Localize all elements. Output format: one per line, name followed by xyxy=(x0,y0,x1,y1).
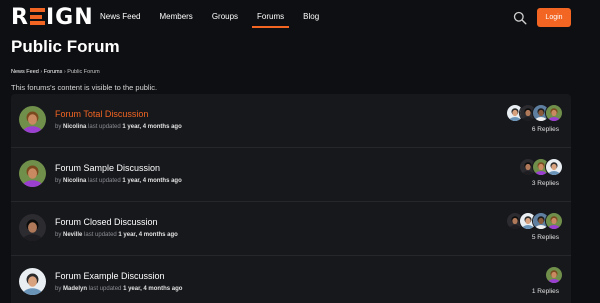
author-avatar[interactable] xyxy=(19,106,46,133)
search-icon[interactable] xyxy=(513,11,527,25)
topic-title[interactable]: Forum Example Discussion xyxy=(55,271,165,281)
author-avatar[interactable] xyxy=(19,268,46,295)
nav-blog[interactable]: Blog xyxy=(303,0,319,36)
voices-avatars xyxy=(506,212,563,230)
topic-time[interactable]: 1 year, 4 months ago xyxy=(123,286,182,292)
meta-by: by xyxy=(55,232,62,238)
nav-news-feed[interactable]: News Feed xyxy=(100,0,140,36)
topic-title[interactable]: Forum Total Discussion xyxy=(55,109,148,119)
topic-author[interactable]: Nicolina xyxy=(63,124,86,130)
nav-members[interactable]: Members xyxy=(159,0,192,36)
reply-count: 5 Replies xyxy=(531,234,559,241)
topic-meta: by Nicolina last updated 1 year, 4 month… xyxy=(55,124,182,130)
topic-title[interactable]: Forum Sample Discussion xyxy=(55,163,160,173)
meta-updated: last updated xyxy=(88,124,121,130)
meta-by: by xyxy=(55,178,62,184)
page-title: Public Forum xyxy=(11,37,120,56)
topic-meta: by Neville last updated 1 year, 4 months… xyxy=(55,232,178,238)
breadcrumb: News Feed › Forums › Public Forum xyxy=(11,69,100,75)
meta-by: by xyxy=(55,124,62,130)
author-avatar[interactable] xyxy=(19,214,46,241)
breadcrumb-current: Public Forum xyxy=(67,69,100,75)
reign-logo[interactable]: R IGN xyxy=(11,7,94,29)
breadcrumb-separator: › xyxy=(63,69,66,75)
topic-title[interactable]: Forum Closed Discussion xyxy=(55,217,158,227)
breadcrumb-forums[interactable]: Forums xyxy=(44,69,63,75)
voice-avatar[interactable] xyxy=(545,266,563,284)
nav-forums[interactable]: Forums xyxy=(252,0,290,36)
author-avatar[interactable] xyxy=(19,160,46,187)
reply-count: 6 Replies xyxy=(531,126,559,133)
topic-time[interactable]: 1 year, 4 months ago xyxy=(118,232,177,238)
meta-updated: last updated xyxy=(88,286,122,292)
logo-e-mark xyxy=(29,8,45,25)
meta-updated: last updated xyxy=(84,232,117,238)
voice-avatar[interactable] xyxy=(545,212,563,230)
voices-avatars xyxy=(519,158,563,176)
site-header: R IGN News Feed Members Groups Forums Blo… xyxy=(0,0,600,36)
breadcrumb-news-feed[interactable]: News Feed xyxy=(11,69,39,75)
nav-groups[interactable]: Groups xyxy=(212,0,238,36)
main-nav: News Feed Members Groups Forums Blog xyxy=(100,0,338,36)
topic-time[interactable]: 1 year, 4 months ago xyxy=(122,178,181,184)
voice-avatar[interactable] xyxy=(545,158,563,176)
reply-count: 3 Replies xyxy=(531,180,559,187)
topic-author[interactable]: Nicolina xyxy=(63,178,86,184)
topic-row: Forum Sample Discussion by Nicolina last… xyxy=(11,148,571,202)
forum-topic-list: Forum Total Discussion by Nicolina last … xyxy=(11,94,571,303)
voices-avatars xyxy=(506,104,563,122)
reply-count: 1 Replies xyxy=(531,288,559,295)
topic-row: Forum Example Discussion by Madelyn last… xyxy=(11,256,571,303)
topic-meta: by Madelyn last updated 1 year, 4 months… xyxy=(55,286,182,292)
breadcrumb-separator: › xyxy=(40,69,43,75)
forum-description: This forums's content is visible to the … xyxy=(11,83,158,92)
topic-row: Forum Closed Discussion by Neville last … xyxy=(11,202,571,256)
topic-row: Forum Total Discussion by Nicolina last … xyxy=(11,94,571,148)
topic-time[interactable]: 1 year, 4 months ago xyxy=(122,124,181,130)
meta-by: by xyxy=(55,286,62,292)
topic-meta: by Nicolina last updated 1 year, 4 month… xyxy=(55,178,182,184)
meta-updated: last updated xyxy=(88,178,121,184)
voices-avatars xyxy=(545,266,563,284)
topic-author[interactable]: Madelyn xyxy=(63,286,87,292)
voice-avatar[interactable] xyxy=(545,104,563,122)
topic-author[interactable]: Neville xyxy=(63,232,82,238)
login-button[interactable]: Login xyxy=(537,8,571,27)
